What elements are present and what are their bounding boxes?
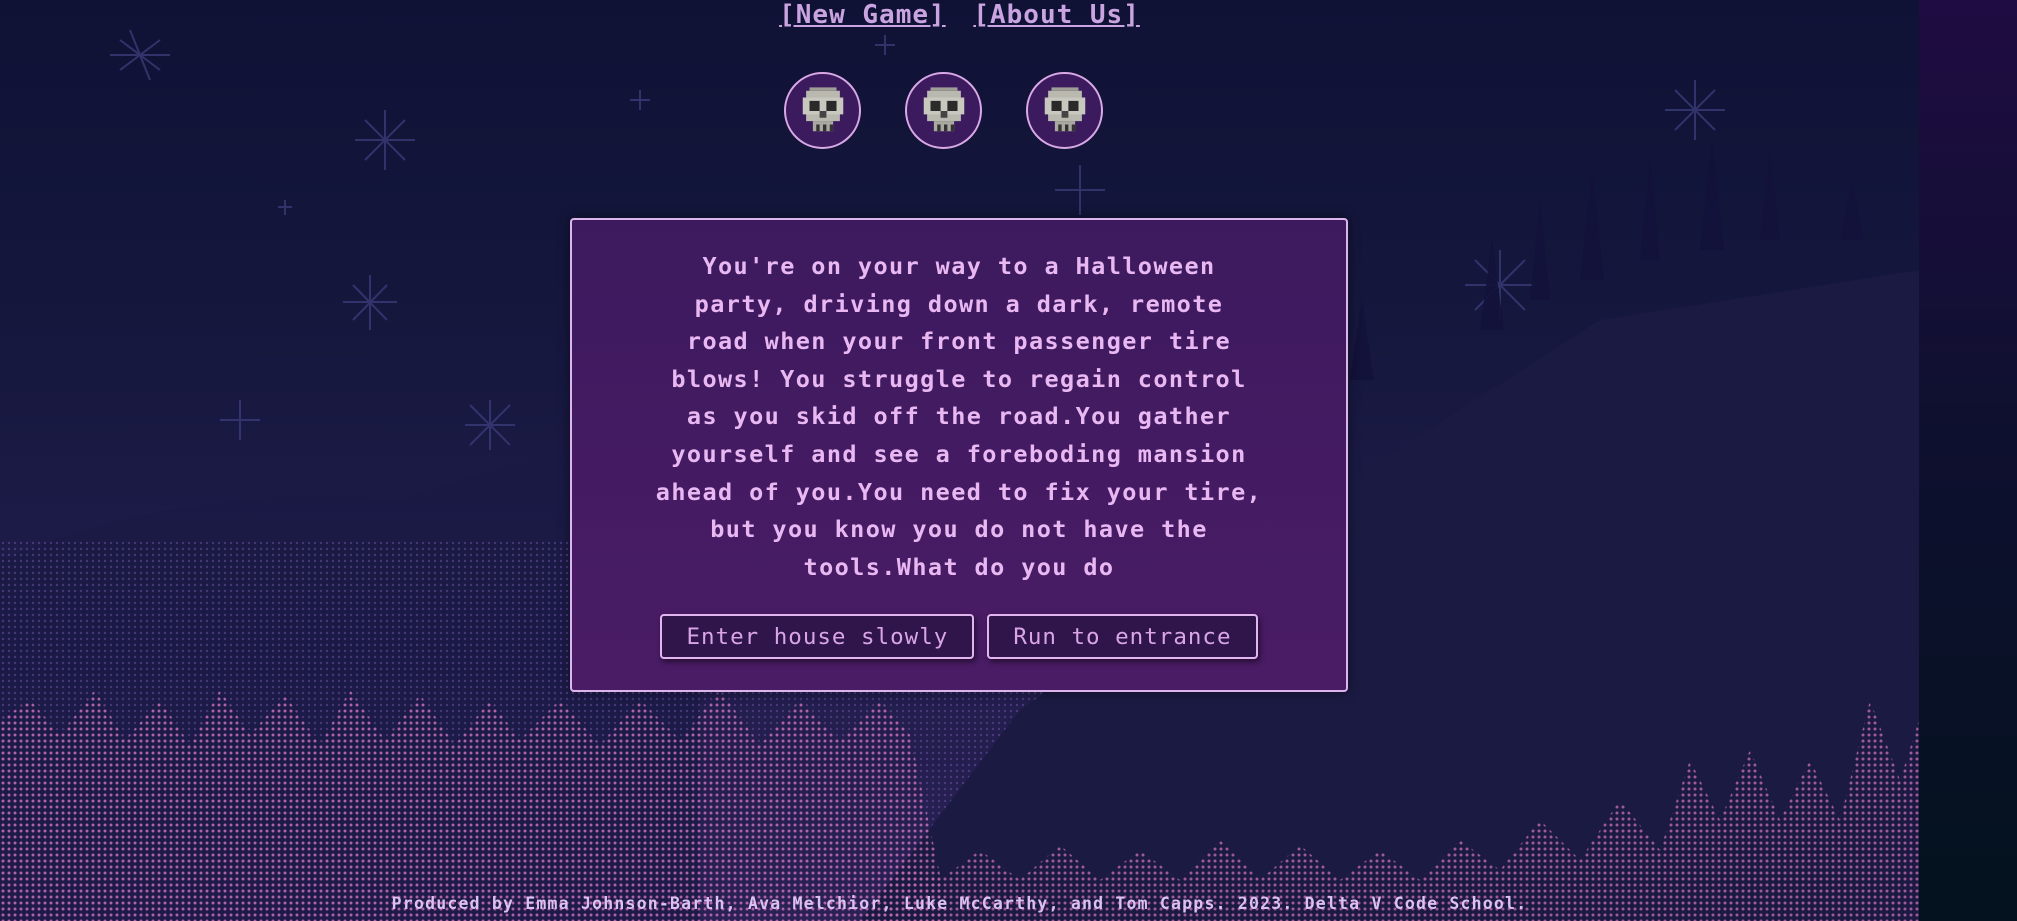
lives-remaining bbox=[784, 72, 1103, 149]
life-token bbox=[905, 72, 982, 149]
life-token bbox=[784, 72, 861, 149]
credits-footer: Produced by Emma Johnson-Barth, Ava Melc… bbox=[391, 894, 1528, 913]
new-game-link[interactable]: [New Game] bbox=[779, 0, 946, 30]
skull-icon bbox=[1044, 86, 1085, 131]
choice-enter-house-slowly-button[interactable]: Enter house slowly bbox=[660, 614, 975, 659]
about-us-link[interactable]: [About Us] bbox=[973, 0, 1140, 30]
life-token bbox=[1026, 72, 1103, 149]
story-text: You're on your way to a Halloween party,… bbox=[655, 252, 1263, 581]
skull-icon bbox=[802, 86, 843, 131]
choice-run-to-entrance-button[interactable]: Run to entrance bbox=[987, 614, 1258, 659]
choice-buttons: Enter house slowly Run to entrance bbox=[572, 614, 1346, 659]
right-gutter bbox=[1919, 0, 2017, 921]
story-panel: You're on your way to a Halloween party,… bbox=[570, 218, 1348, 692]
skull-icon bbox=[923, 86, 964, 131]
top-navigation: [New Game] [About Us] bbox=[0, 0, 1919, 30]
